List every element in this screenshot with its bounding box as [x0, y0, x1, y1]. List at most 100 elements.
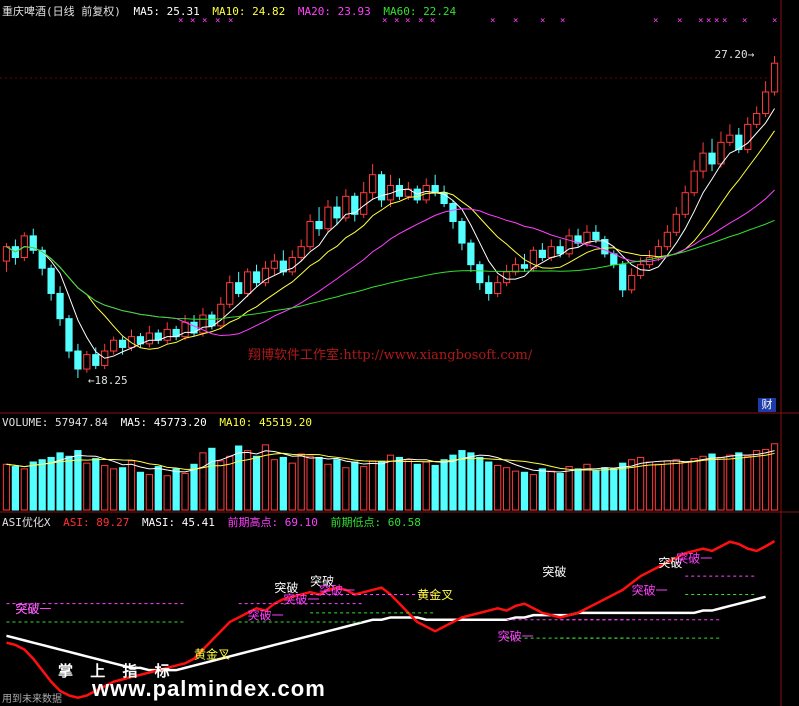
volume-bar [154, 466, 162, 511]
ma10-line [6, 130, 775, 350]
candle-body [476, 264, 484, 284]
signal-marker: × [706, 16, 711, 26]
prev-low-label: 前期低点: 60.58 [330, 516, 421, 529]
volume-bar [601, 467, 609, 511]
candle-body [770, 62, 779, 93]
candle-body [297, 246, 305, 258]
volume-bar [717, 456, 725, 511]
volume-bar [29, 461, 37, 511]
candle-body [261, 267, 270, 284]
volume-bar [422, 461, 430, 511]
volume-bar [663, 460, 671, 511]
volume-bar [127, 460, 136, 511]
volume-bar [235, 445, 243, 511]
volume-bar [636, 456, 645, 511]
volume-bar [538, 468, 546, 511]
volume-bar [136, 471, 145, 511]
candle-body [699, 152, 707, 172]
signal-marker: × [560, 16, 565, 26]
volume-bar [65, 455, 73, 511]
signal-marker: × [490, 16, 495, 26]
volume-bar [753, 450, 761, 511]
signal-label: 突破一 [283, 592, 319, 607]
volume-bar [440, 459, 448, 511]
volume-bar [467, 452, 475, 511]
price-header: 重庆啤酒(日线 前复权) MA5: 25.31 MA10: 24.82 MA20… [2, 3, 462, 19]
finance-badge[interactable]: 财 [758, 398, 776, 412]
high-price-label: 27.20→ [715, 48, 755, 61]
candle-body [547, 246, 555, 258]
volume-bar [645, 461, 654, 511]
signal-marker: × [513, 16, 518, 26]
candle-body [324, 206, 332, 230]
candle-body [235, 282, 243, 294]
candle-body [761, 91, 770, 115]
candle-body [127, 336, 136, 348]
candle-body [681, 192, 689, 215]
ma60-label: MA60: 22.24 [383, 5, 457, 18]
signal-label: 突破一 [498, 628, 534, 643]
candle-body [494, 282, 502, 294]
candle-body [252, 271, 261, 284]
stock-title: 重庆啤酒(日线 前复权) [2, 5, 121, 18]
asi-header: ASI优化X ASI: 89.27 MASI: 45.41 前期高点: 69.1… [2, 514, 427, 530]
candle-body [208, 314, 216, 327]
ma5-label: MA5: 25.31 [133, 5, 200, 18]
volume-bar [38, 459, 46, 511]
volume-bar [145, 474, 153, 511]
volume-label: VOLUME: 57947.84 [2, 416, 108, 429]
candle-body [753, 113, 761, 125]
volume-bar [574, 468, 582, 511]
volume-header: VOLUME: 57947.84 MA5: 45773.20 MA10: 455… [2, 416, 318, 429]
asi-value: ASI: 89.27 [63, 516, 130, 529]
volume-bar [592, 470, 600, 511]
volume-bar [306, 455, 314, 511]
candle-body [628, 274, 636, 291]
candle-body [306, 220, 314, 248]
candle-body [485, 282, 493, 294]
candle-body [163, 328, 171, 341]
candle-body [610, 253, 618, 266]
signal-marker: × [714, 16, 719, 26]
candle-body [47, 267, 55, 294]
ma20-line [6, 189, 775, 337]
volume-bar [485, 461, 493, 511]
candle-body [145, 332, 153, 345]
candle-body [118, 339, 127, 348]
volume-bar [726, 454, 734, 511]
candle-body [583, 231, 591, 244]
volume-bar [476, 456, 484, 511]
candle-body [422, 185, 430, 201]
candle-body [726, 134, 734, 143]
volume-bar [163, 475, 171, 511]
volume-bar [288, 462, 296, 511]
candle-body [65, 318, 73, 352]
volume-bar [583, 463, 591, 511]
prev-high-label: 前期高点: 69.10 [227, 516, 318, 529]
candle-body [592, 231, 600, 240]
volume-bar [681, 461, 689, 511]
volume-bar [502, 467, 511, 511]
candle-body [601, 238, 609, 255]
signal-marker: × [698, 16, 703, 26]
volume-bar [404, 459, 412, 511]
candle-body [467, 242, 475, 266]
candle-body [315, 220, 323, 230]
candle-body [431, 185, 439, 194]
ma60-line [6, 219, 775, 320]
volume-bar [520, 471, 529, 511]
candle-body [288, 256, 296, 273]
watermark: 翔博软件工作室:http://www.xiangbosoft.com/ [248, 348, 533, 363]
candle-body [458, 220, 466, 244]
volume-bar [351, 461, 359, 511]
candle-body [556, 246, 564, 255]
candle-body [333, 206, 341, 219]
candle-body [744, 123, 752, 151]
volume-bar [118, 467, 127, 511]
candle-body [708, 152, 716, 165]
ma20-label: MA20: 23.93 [297, 5, 371, 18]
volume-bar [654, 463, 663, 511]
volume-bar [708, 453, 716, 511]
volume-bar [547, 470, 555, 511]
volume-bar [449, 454, 457, 511]
